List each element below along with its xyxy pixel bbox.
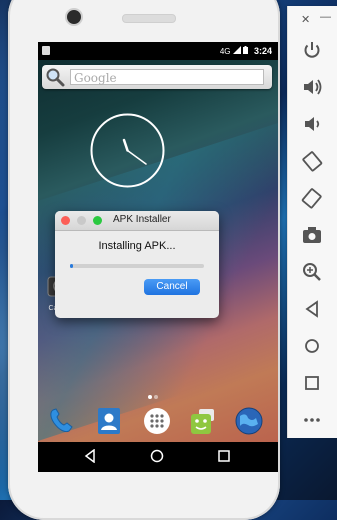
status-bar: 4G 3:24 bbox=[38, 42, 278, 60]
signal-strength-icon bbox=[232, 46, 241, 54]
minimize-icon[interactable]: — bbox=[320, 11, 331, 23]
power-icon[interactable] bbox=[300, 38, 324, 62]
app-dock bbox=[38, 400, 278, 442]
dialog-title: APK Installer bbox=[113, 214, 171, 225]
overview-icon[interactable] bbox=[218, 450, 230, 462]
network-type: 4G bbox=[219, 47, 231, 56]
install-progress-bar bbox=[70, 264, 204, 268]
app-drawer-icon[interactable] bbox=[142, 406, 172, 436]
status-time: 3:24 bbox=[253, 46, 272, 56]
google-search-widget[interactable]: Google bbox=[42, 65, 272, 89]
search-icon[interactable] bbox=[45, 67, 65, 87]
volume-down-icon[interactable] bbox=[300, 112, 324, 136]
rotate-right-icon[interactable] bbox=[300, 186, 324, 210]
volume-up-icon[interactable] bbox=[300, 75, 324, 99]
emulator-toolbar: ✕ — bbox=[287, 6, 337, 438]
back-icon[interactable] bbox=[300, 297, 324, 321]
zoom-icon[interactable] bbox=[300, 260, 324, 284]
home-icon[interactable] bbox=[300, 334, 324, 358]
close-window-button[interactable] bbox=[61, 216, 70, 225]
front-camera bbox=[65, 8, 83, 26]
more-icon[interactable] bbox=[300, 408, 324, 432]
overview-icon[interactable] bbox=[300, 371, 324, 395]
earpiece-speaker bbox=[122, 14, 176, 23]
analog-clock-widget[interactable] bbox=[89, 112, 166, 189]
signal-icons: 4G bbox=[220, 46, 248, 56]
page-dot-active bbox=[148, 395, 152, 399]
page-dot bbox=[154, 395, 158, 399]
browser-icon[interactable] bbox=[234, 406, 264, 436]
install-progress-fill bbox=[70, 264, 73, 268]
zoom-window-button[interactable] bbox=[93, 216, 102, 225]
dialog-titlebar[interactable]: APK Installer bbox=[55, 211, 219, 231]
battery-icon bbox=[243, 46, 248, 54]
messenger-icon[interactable] bbox=[188, 406, 218, 436]
install-status-message: Installing APK... bbox=[98, 240, 176, 252]
back-icon[interactable] bbox=[84, 449, 96, 463]
cancel-button[interactable]: Cancel bbox=[144, 279, 200, 295]
rotate-left-icon[interactable] bbox=[300, 149, 324, 173]
search-input[interactable]: Google bbox=[70, 69, 264, 85]
navigation-bar bbox=[38, 442, 278, 472]
apk-installer-dialog: APK Installer Installing APK... Cancel bbox=[55, 211, 219, 318]
home-icon[interactable] bbox=[150, 449, 164, 463]
minimize-window-button[interactable] bbox=[77, 216, 86, 225]
screenshot-icon[interactable] bbox=[300, 223, 324, 247]
close-icon[interactable]: ✕ bbox=[301, 13, 310, 26]
contacts-icon[interactable] bbox=[94, 406, 124, 436]
sd-card-icon bbox=[42, 46, 50, 55]
phone-icon[interactable] bbox=[46, 406, 76, 436]
